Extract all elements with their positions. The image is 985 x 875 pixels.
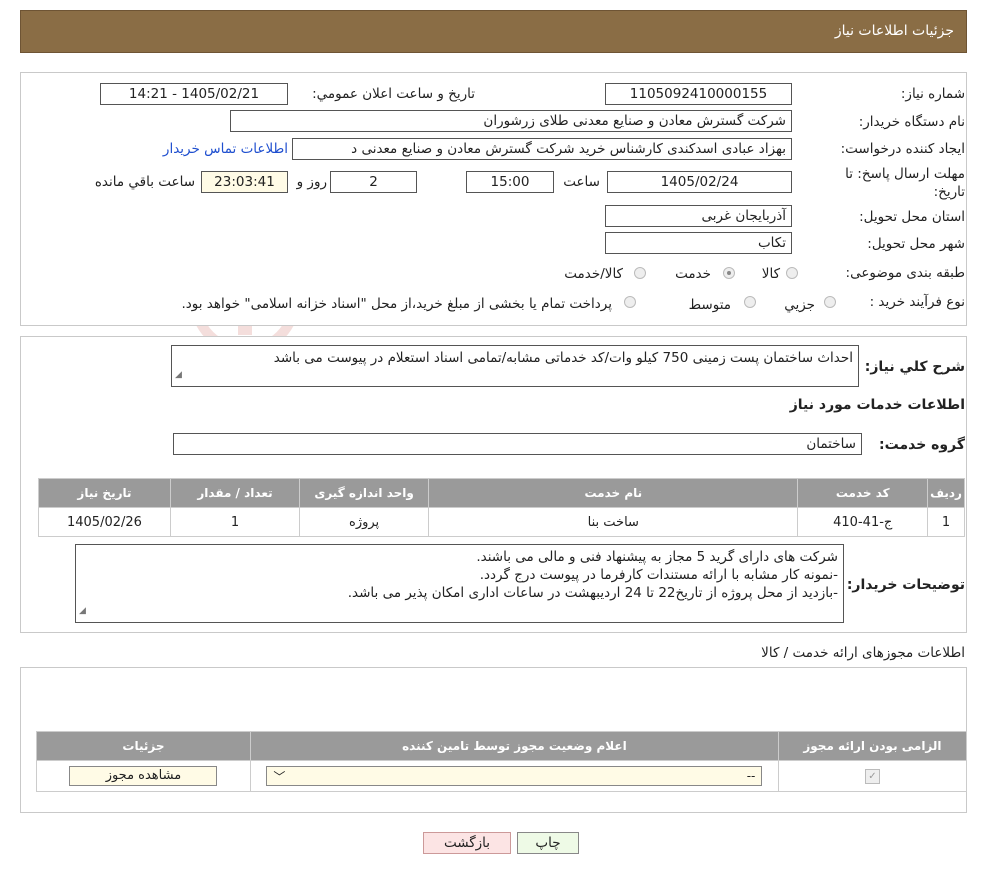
announce-datetime-field: 1405/02/21 - 14:21 [100, 83, 288, 105]
buyer-notes-line-2: -نمونه کار مشابه با ارائه مستندات کارفرم… [479, 567, 838, 583]
process-option-medium-label: متوسط [688, 297, 731, 313]
buyer-notes-line-3: -بازدید از محل پروژه از تاریخ22 تا 24 ار… [347, 585, 838, 601]
print-button[interactable]: چاپ [517, 832, 579, 854]
process-label: نوع فرآیند خرید : [869, 294, 965, 310]
buyer-notes-label: توضیحات خریدار: [846, 577, 965, 593]
remaining-label: ساعت باقي مانده [94, 174, 195, 190]
permits-section-title: اطلاعات مجوزهای ارائه خدمت / کالا [761, 645, 965, 661]
deadline-time-label: ساعت [563, 174, 600, 190]
table-row: 1 ج-41-410 ساخت بنا پروژه 1 1405/02/26 [38, 507, 965, 537]
cell-quantity: 1 [169, 507, 301, 537]
category-option-goods-label: کالا [761, 266, 780, 282]
service-group-field: ساختمان [173, 433, 862, 455]
resize-grip-icon[interactable]: ◢ [175, 366, 182, 384]
category-label: طبقه بندی موضوعی: [845, 265, 965, 281]
category-option-goods-radio[interactable] [786, 267, 798, 279]
process-option-treasury-radio[interactable] [624, 296, 636, 308]
buyer-notes-textarea: شرکت های دارای گرید 5 مجاز به پیشنهاد فن… [75, 544, 844, 623]
services-section-title: اطلاعات خدمات مورد نیاز [789, 397, 965, 413]
permit-required-checkbox[interactable]: ✓ [864, 769, 880, 784]
cell-permit-required: ✓ [777, 760, 968, 792]
buyer-org-field: شرکت گسترش معادن و صنایع معدنی طلای زرشو… [230, 110, 792, 132]
permit-status-select[interactable]: ﹀ -- [266, 766, 763, 786]
creator-field: بهزاد عبادی اسدکندی کارشناس خرید شرکت گس… [292, 138, 792, 160]
col-unit: واحد اندازه گیری [299, 478, 430, 508]
services-table-header: ردیف کد خدمت نام خدمت واحد اندازه گیری ت… [38, 478, 965, 508]
days-label: روز و [296, 174, 327, 190]
cell-permit-details: مشاهده مجوز [36, 760, 251, 792]
city-field: تکاب [605, 232, 792, 254]
cell-row-number: 1 [927, 507, 965, 537]
col-need-date: تاریخ نیاز [38, 478, 171, 508]
chevron-down-icon: ﹀ [273, 769, 286, 784]
process-option-medium-radio[interactable] [744, 296, 756, 308]
process-option-partial-label: جزیي [784, 297, 815, 313]
creator-label: ایجاد کننده درخواست: [840, 141, 965, 157]
province-label: استان محل تحویل: [859, 209, 965, 225]
table-row: ✓ ﹀ -- مشاهده مجوز [36, 760, 968, 792]
deadline-label: مهلت ارسال پاسخ: تا [845, 166, 965, 182]
permit-status-value: -- [746, 769, 756, 783]
back-button[interactable]: بازگشت [423, 832, 511, 854]
category-option-both-radio[interactable] [634, 267, 646, 279]
col-quantity: تعداد / مقدار [169, 478, 301, 508]
page-title: جزئیات اطلاعات نیاز [834, 23, 954, 39]
announce-label: تاریخ و ساعت اعلان عمومي: [312, 86, 475, 102]
col-row-number: ردیف [927, 478, 965, 508]
buyer-contact-link[interactable]: اطلاعات تماس خریدار [163, 141, 288, 157]
cell-need-date: 1405/02/26 [38, 507, 171, 537]
buyer-notes-line-1: شرکت های دارای گرید 5 مجاز به پیشنهاد فن… [476, 549, 838, 565]
cell-permit-status: ﹀ -- [249, 760, 779, 792]
category-option-both-label: کالا/خدمت [564, 266, 623, 282]
view-permit-button[interactable]: مشاهده مجوز [69, 766, 218, 786]
process-option-partial-radio[interactable] [824, 296, 836, 308]
deadline-time-field: 15:00 [466, 171, 554, 193]
buyer-org-label: نام دستگاه خریدار: [858, 114, 965, 130]
remaining-time-field: 23:03:41 [201, 171, 288, 193]
deadline-label-date: تاریخ: [933, 184, 965, 200]
cell-service-name: ساخت بنا [428, 507, 799, 537]
summary-textarea: احداث ساختمان پست زمینی 750 کیلو وات/کد … [171, 345, 859, 387]
city-label: شهر محل تحویل: [867, 236, 965, 252]
col-service-code: کد خدمت [797, 478, 929, 508]
col-permit-required: الزامی بودن ارائه مجوز [777, 731, 968, 761]
col-permit-status: اعلام وضعیت مجوز توسط تامین کننده [249, 731, 779, 761]
need-number-label: شماره نیاز: [900, 86, 965, 102]
page-header: جزئیات اطلاعات نیاز [20, 10, 967, 53]
need-number-field: 1105092410000155 [605, 83, 792, 105]
resize-grip-icon[interactable]: ◢ [79, 602, 86, 620]
services-table: ردیف کد خدمت نام خدمت واحد اندازه گیری ت… [38, 478, 965, 537]
summary-text: احداث ساختمان پست زمینی 750 کیلو وات/کد … [273, 350, 853, 366]
permits-table-header: الزامی بودن ارائه مجوز اعلام وضعیت مجوز … [36, 731, 968, 761]
cell-service-code: ج-41-410 [797, 507, 929, 537]
permits-table: الزامی بودن ارائه مجوز اعلام وضعیت مجوز … [36, 731, 968, 792]
category-option-service-label: خدمت [675, 266, 711, 282]
deadline-date-field: 1405/02/24 [607, 171, 792, 193]
province-field: آذربایجان غربی [605, 205, 792, 227]
days-field: 2 [330, 171, 417, 193]
col-permit-details: جزئیات [36, 731, 251, 761]
col-service-name: نام خدمت [428, 478, 799, 508]
service-group-label: گروه خدمت: [879, 437, 965, 453]
category-option-service-radio[interactable] [723, 267, 735, 279]
cell-unit: پروژه [299, 507, 430, 537]
summary-label: شرح کلي نیاز: [864, 359, 965, 375]
process-note: پرداخت تمام یا بخشی از مبلغ خرید،از محل … [181, 296, 612, 312]
